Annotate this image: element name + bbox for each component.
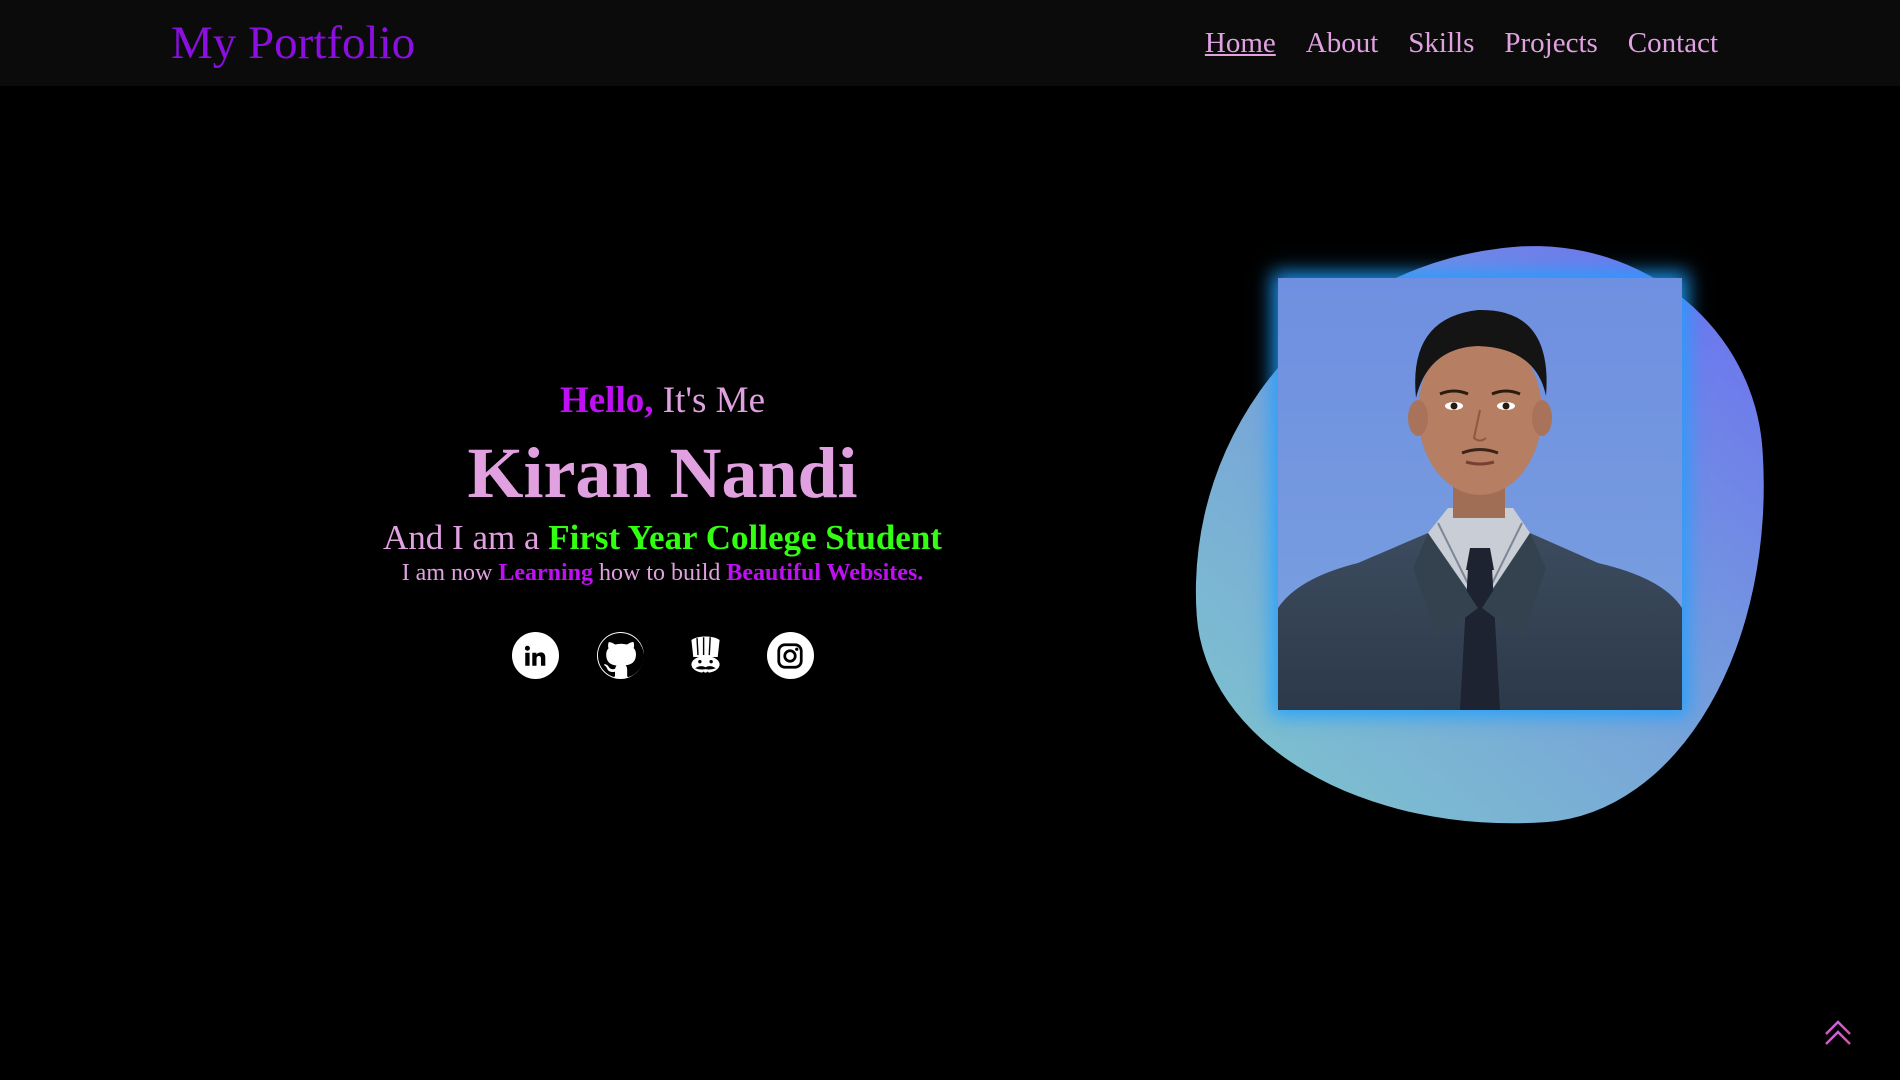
- logo[interactable]: My Portfolio: [171, 14, 415, 72]
- social-links: [300, 632, 1025, 679]
- learning-target: Beautiful Websites.: [726, 560, 924, 586]
- instagram-icon: [777, 642, 803, 669]
- role-prefix: And I am a: [383, 518, 549, 557]
- profile-portrait: [1278, 309, 1682, 710]
- hero-name: Kiran Nandi: [467, 433, 858, 513]
- hero-intro: Hello, It's Me Kiran Nandi And I am a Fi…: [300, 378, 1025, 679]
- nav-contact[interactable]: Contact: [1628, 24, 1718, 62]
- role-highlight: First Year College Student: [548, 518, 942, 557]
- learning-prefix: I am now: [401, 560, 499, 586]
- navbar: My Portfolio Home About Skills Projects …: [0, 0, 1900, 86]
- learning-mid: how to build: [593, 560, 727, 586]
- nav-home[interactable]: Home: [1205, 24, 1276, 62]
- linkedin-icon: [524, 645, 546, 666]
- codechef-icon: [690, 635, 720, 674]
- learning-word: Learning: [498, 560, 594, 586]
- greeting-its-me: It's Me: [653, 380, 765, 421]
- greeting-hello: Hello,: [559, 380, 654, 421]
- nav-about[interactable]: About: [1306, 24, 1379, 62]
- codechef-link[interactable]: [682, 632, 729, 679]
- nav-skills[interactable]: Skills: [1408, 24, 1474, 62]
- hero-role: And I am a First Year College Student: [300, 518, 1025, 558]
- hero-learning: I am now Learning how to build Beautiful…: [300, 558, 1025, 588]
- linkedin-link[interactable]: [511, 632, 559, 679]
- double-chevron-up-icon: [1825, 1020, 1851, 1045]
- greeting: Hello, It's Me: [300, 378, 1025, 424]
- github-link[interactable]: [596, 632, 644, 679]
- profile-photo: [1278, 278, 1682, 710]
- back-to-top-button[interactable]: [1820, 1014, 1856, 1050]
- github-icon: [597, 632, 644, 678]
- main-nav: Home About Skills Projects Contact: [1205, 24, 1718, 62]
- nav-projects[interactable]: Projects: [1504, 24, 1597, 62]
- instagram-link[interactable]: [766, 632, 814, 679]
